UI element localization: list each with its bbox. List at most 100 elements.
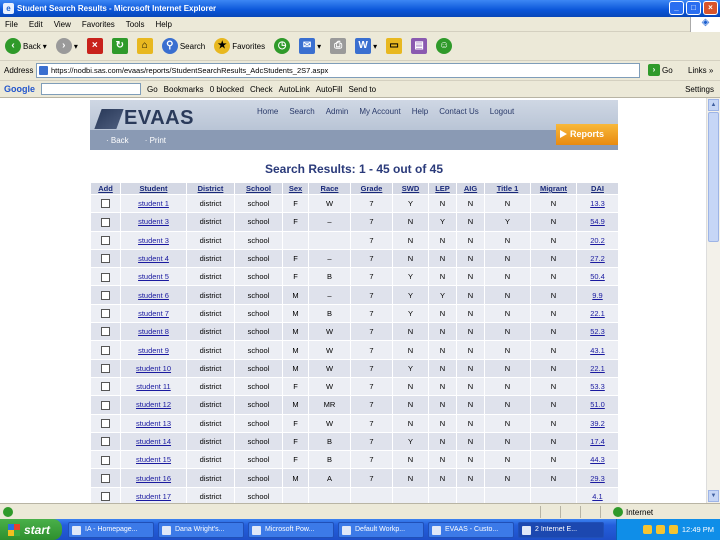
add-checkbox[interactable] [101,309,110,319]
menu-help[interactable]: Help [155,20,171,29]
print-button[interactable]: ⎙ [328,35,348,57]
dai-link[interactable]: 4.1 [576,486,619,503]
nav-my-account[interactable]: My Account [359,107,400,116]
search-button[interactable]: ⚲ Search [160,35,207,57]
column-header-district[interactable]: District [186,182,235,195]
add-checkbox[interactable] [101,382,110,392]
add-checkbox[interactable] [101,455,110,465]
add-checkbox[interactable] [101,254,110,264]
refresh-button[interactable]: ↻ [110,35,130,57]
student-link[interactable]: student 9 [120,340,187,360]
student-link[interactable]: student 13 [120,413,187,433]
add-checkbox[interactable] [101,199,110,209]
dai-link[interactable]: 44.3 [576,450,619,470]
column-header-lep[interactable]: LEP [428,182,457,195]
dai-link[interactable]: 9.9 [576,285,619,305]
discuss-button[interactable]: ▭ [384,35,404,57]
student-link[interactable]: student 10 [120,358,187,378]
column-header-race[interactable]: Race [308,182,351,195]
column-header-aig[interactable]: AIG [456,182,485,195]
stop-button[interactable]: × [85,35,105,57]
google-search-input[interactable] [41,83,141,95]
student-link[interactable]: student 4 [120,248,187,269]
add-checkbox[interactable] [101,437,110,447]
column-header-dai[interactable]: DAI [576,182,619,195]
mail-button[interactable]: ✉ ▾ [297,35,323,57]
student-link[interactable]: student 6 [120,285,187,305]
add-checkbox[interactable] [101,272,110,282]
research-button[interactable]: ▤ [409,35,429,57]
dai-link[interactable]: 52.3 [576,322,619,342]
dai-link[interactable]: 17.4 [576,431,619,452]
back-link[interactable]: · Back [106,136,129,145]
scroll-up-icon[interactable]: ▲ [708,99,719,111]
back-button[interactable]: ‹ Back ▾ [3,35,49,57]
taskbar-item[interactable]: Microsoft Pow... [248,522,334,538]
add-checkbox[interactable] [101,327,110,337]
dai-link[interactable]: 27.2 [576,248,619,269]
taskbar-item-active[interactable]: 2 Internet E... [518,522,604,538]
column-header-school[interactable]: School [234,182,283,195]
popup-blocked-button[interactable]: 0 blocked [210,85,244,94]
nav-logout[interactable]: Logout [490,107,514,116]
dai-link[interactable]: 22.1 [576,358,619,378]
student-link[interactable]: student 3 [120,230,187,250]
taskbar-item[interactable]: IA - Homepage... [68,522,154,538]
bookmarks-button[interactable]: Bookmarks [164,85,204,94]
dai-link[interactable]: 54.9 [576,212,619,232]
messenger-button[interactable]: ☺ [434,35,454,57]
column-header-sex[interactable]: Sex [282,182,309,195]
scroll-down-icon[interactable]: ▼ [708,490,719,502]
add-checkbox[interactable] [101,418,110,428]
student-link[interactable]: student 3 [120,212,187,232]
student-link[interactable]: student 12 [120,395,187,415]
autofill-button[interactable]: AutoFill [316,85,343,94]
tray-icon[interactable] [642,525,652,534]
vertical-scrollbar[interactable]: ▲ ▼ [706,98,720,503]
dai-link[interactable]: 29.3 [576,468,619,488]
autolink-button[interactable]: AutoLink [279,85,310,94]
tray-icon[interactable] [655,525,665,534]
menu-tools[interactable]: Tools [126,20,145,29]
column-header-swd[interactable]: SWD [392,182,429,195]
sendto-button[interactable]: Send to [348,85,376,94]
column-header-title1[interactable]: Title 1 [484,182,531,195]
menu-favorites[interactable]: Favorites [82,20,115,29]
add-checkbox[interactable] [101,473,110,483]
dai-link[interactable]: 43.1 [576,340,619,360]
dai-link[interactable]: 51.0 [576,395,619,415]
taskbar-item[interactable]: Dana Wright's... [158,522,244,538]
student-link[interactable]: student 14 [120,431,187,452]
google-go-button[interactable]: Go [147,85,158,94]
favorites-button[interactable]: ★ Favorites [212,35,267,57]
add-checkbox[interactable] [101,217,110,227]
menu-file[interactable]: File [5,20,18,29]
check-button[interactable]: Check [250,85,273,94]
add-checkbox[interactable] [101,290,110,300]
add-checkbox[interactable] [101,364,110,374]
start-button[interactable]: start [0,519,62,540]
column-header-student[interactable]: Student [120,182,187,195]
column-header-migrant[interactable]: Migrant [530,182,577,195]
taskbar-item[interactable]: Default Workp... [338,522,424,538]
column-header-add[interactable]: Add [90,182,121,195]
add-checkbox[interactable] [101,236,110,245]
minimize-button[interactable]: _ [669,1,684,15]
dai-link[interactable]: 22.1 [576,303,619,324]
dai-link[interactable]: 13.3 [576,193,619,214]
edit-button[interactable]: W ▾ [353,35,379,57]
student-link[interactable]: student 5 [120,267,187,287]
maximize-button[interactable]: □ [686,1,701,15]
dai-link[interactable]: 20.2 [576,230,619,250]
nav-search[interactable]: Search [289,107,314,116]
address-input[interactable]: https://nodbi.sas.com/evaas/reports/Stud… [36,63,640,78]
print-link[interactable]: · Print [145,136,166,145]
close-button[interactable]: × [703,1,718,15]
dai-link[interactable]: 53.3 [576,376,619,397]
forward-button[interactable]: › ▾ [54,35,80,57]
student-link[interactable]: student 1 [120,193,187,214]
tray-icon[interactable] [668,525,678,534]
dai-link[interactable]: 39.2 [576,413,619,433]
student-link[interactable]: student 11 [120,376,187,397]
settings-button[interactable]: Settings [685,85,714,94]
